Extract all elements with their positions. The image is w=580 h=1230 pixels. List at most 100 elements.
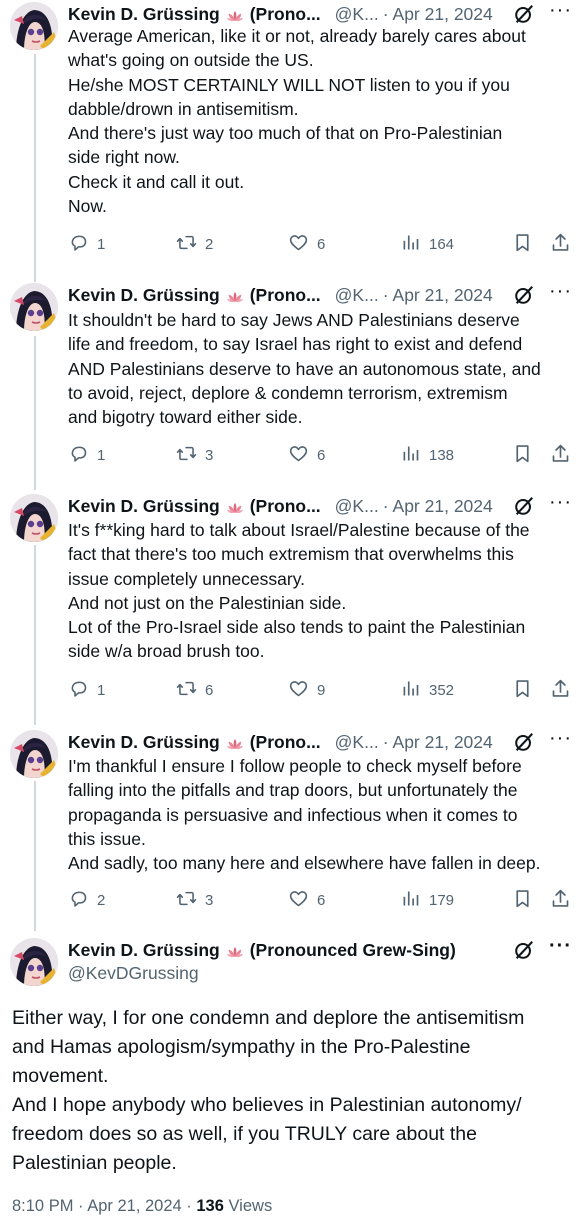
like-button[interactable]: 9 bbox=[288, 678, 325, 703]
repost-icon bbox=[176, 678, 205, 703]
repost-icon bbox=[176, 232, 205, 257]
thread-tweet[interactable]: Kevin D. Grüssing (Prono... @K... · Apr 21, … bbox=[0, 281, 580, 473]
tweet-date[interactable]: Apr 21, 2024 bbox=[393, 285, 493, 306]
avatar[interactable] bbox=[10, 2, 58, 50]
reply-button[interactable]: 1 bbox=[68, 232, 105, 257]
like-count: 6 bbox=[317, 892, 326, 909]
tweet-text-line: falling into the pitfalls and trap doors… bbox=[68, 780, 518, 801]
author-handle[interactable]: @K... bbox=[335, 732, 379, 753]
avatar[interactable] bbox=[10, 938, 58, 986]
author-name[interactable]: Kevin D. Grüssing bbox=[68, 285, 220, 306]
author-name[interactable]: Kevin D. Grüssing bbox=[68, 940, 220, 961]
more-icon[interactable]: ··· bbox=[549, 281, 572, 304]
like-button[interactable]: 6 bbox=[288, 232, 325, 257]
reply-button[interactable]: 1 bbox=[68, 443, 105, 468]
separator-dot: · bbox=[382, 284, 389, 305]
grok-icon[interactable] bbox=[513, 939, 535, 961]
tweet-text-line: issue completely unnecessary. bbox=[68, 568, 306, 589]
views-icon bbox=[400, 888, 429, 913]
author-name-suffix[interactable]: (Prono... bbox=[250, 285, 321, 306]
tweet-actions: 1 2 6 164 bbox=[68, 232, 574, 256]
author-name-suffix[interactable]: (Pronounced Grew-Sing) bbox=[250, 940, 456, 961]
bookmark-button[interactable] bbox=[512, 678, 541, 703]
reply-button[interactable]: 2 bbox=[68, 888, 105, 913]
bookmark-button[interactable] bbox=[512, 443, 541, 468]
views-count: 352 bbox=[429, 682, 455, 699]
share-button[interactable] bbox=[550, 443, 579, 468]
tweet-date[interactable]: Apr 21, 2024 bbox=[393, 732, 493, 753]
like-button[interactable]: 6 bbox=[288, 443, 325, 468]
avatar[interactable] bbox=[10, 494, 58, 542]
main-text-line: and Hamas apologism/sympathy in the Pro-… bbox=[12, 1036, 471, 1058]
more-icon[interactable]: ··· bbox=[549, 0, 572, 23]
lotus-emoji-icon bbox=[226, 7, 244, 22]
like-button[interactable]: 6 bbox=[288, 888, 325, 913]
author-name[interactable]: Kevin D. Grüssing bbox=[68, 732, 220, 753]
views-button[interactable]: 164 bbox=[400, 232, 454, 257]
views-button[interactable]: 179 bbox=[400, 888, 454, 913]
tweet-text-line: and bigotry toward either side. bbox=[68, 407, 303, 428]
tweet-text-line: It shouldn't be hard to say Jews AND Pal… bbox=[68, 310, 520, 330]
views-label: Views bbox=[223, 1197, 273, 1215]
author-name-suffix[interactable]: (Prono... bbox=[250, 496, 321, 517]
share-button[interactable] bbox=[550, 232, 579, 257]
tweet-text: Average American, like it or not, alread… bbox=[68, 24, 568, 218]
views-icon bbox=[400, 443, 429, 468]
main-text-line: And I hope anybody who believes in Pales… bbox=[12, 1094, 522, 1116]
bookmark-icon bbox=[512, 443, 541, 468]
repost-button[interactable]: 2 bbox=[176, 232, 213, 257]
views-count: 138 bbox=[429, 447, 455, 464]
repost-count: 3 bbox=[205, 892, 214, 909]
bookmark-button[interactable] bbox=[512, 888, 541, 913]
tweet-timestamp[interactable]: 8:10 PM · Apr 21, 2024 · bbox=[12, 1197, 196, 1215]
author-handle[interactable]: @K... bbox=[335, 285, 379, 306]
repost-icon bbox=[176, 443, 205, 468]
bookmark-button[interactable] bbox=[512, 232, 541, 257]
more-icon[interactable]: ··· bbox=[549, 936, 572, 959]
author-handle[interactable]: @K... bbox=[335, 4, 379, 25]
share-button[interactable] bbox=[550, 888, 579, 913]
separator-dot: · bbox=[382, 731, 389, 752]
lotus-emoji-icon bbox=[226, 943, 244, 958]
share-icon bbox=[550, 678, 579, 703]
grok-icon[interactable] bbox=[513, 3, 535, 25]
author-handle[interactable]: @KevDGrussing bbox=[68, 963, 572, 984]
like-icon bbox=[288, 678, 317, 703]
author-name-suffix[interactable]: (Prono... bbox=[250, 732, 321, 753]
tweet-actions: 1 6 9 352 bbox=[68, 678, 574, 702]
tweet-date[interactable]: Apr 21, 2024 bbox=[393, 496, 493, 517]
bookmark-icon bbox=[512, 678, 541, 703]
author-name[interactable]: Kevin D. Grüssing bbox=[68, 496, 220, 517]
repost-button[interactable]: 6 bbox=[176, 678, 213, 703]
repost-count: 3 bbox=[205, 447, 214, 464]
grok-icon[interactable] bbox=[513, 731, 535, 753]
tweet-text-line: And there's just way too much of that on… bbox=[68, 123, 503, 144]
avatar[interactable] bbox=[10, 730, 58, 778]
views-button[interactable]: 352 bbox=[400, 678, 454, 703]
grok-icon[interactable] bbox=[513, 495, 535, 517]
tweet-header: Kevin D. Grüssing (Prono... @K... · Apr 21, … bbox=[68, 0, 572, 26]
reply-button[interactable]: 1 bbox=[68, 678, 105, 703]
share-button[interactable] bbox=[550, 678, 579, 703]
grok-icon[interactable] bbox=[513, 284, 535, 306]
author-handle[interactable]: @K... bbox=[335, 496, 379, 517]
author-name[interactable]: Kevin D. Grüssing bbox=[68, 4, 220, 25]
main-tweet-header: Kevin D. Grüssing (Pronounced Grew-Sing)… bbox=[68, 936, 572, 984]
avatar[interactable] bbox=[10, 283, 58, 331]
tweet-date[interactable]: Apr 21, 2024 bbox=[393, 4, 493, 25]
thread-tweet[interactable]: Kevin D. Grüssing (Prono... @K... · Apr 21, … bbox=[0, 728, 580, 918]
tweet-header: Kevin D. Grüssing (Prono... @K... · Apr 21, … bbox=[68, 281, 572, 307]
share-icon bbox=[550, 888, 579, 913]
views-count: 164 bbox=[429, 236, 455, 253]
more-icon[interactable]: ··· bbox=[549, 728, 572, 751]
tweet-text: It's f**king hard to talk about Israel/P… bbox=[68, 518, 568, 664]
views-button[interactable]: 138 bbox=[400, 443, 454, 468]
tweet-meta: 8:10 PM · Apr 21, 2024 · 136 Views bbox=[12, 1197, 272, 1216]
thread-tweet[interactable]: Kevin D. Grüssing (Prono... @K... · Apr 21, … bbox=[0, 0, 580, 262]
thread-tweet[interactable]: Kevin D. Grüssing (Prono... @K... · Apr 21, … bbox=[0, 492, 580, 708]
repost-button[interactable]: 3 bbox=[176, 443, 213, 468]
repost-button[interactable]: 3 bbox=[176, 888, 213, 913]
author-name-suffix[interactable]: (Prono... bbox=[250, 4, 321, 25]
share-icon bbox=[550, 443, 579, 468]
more-icon[interactable]: ··· bbox=[549, 492, 572, 515]
